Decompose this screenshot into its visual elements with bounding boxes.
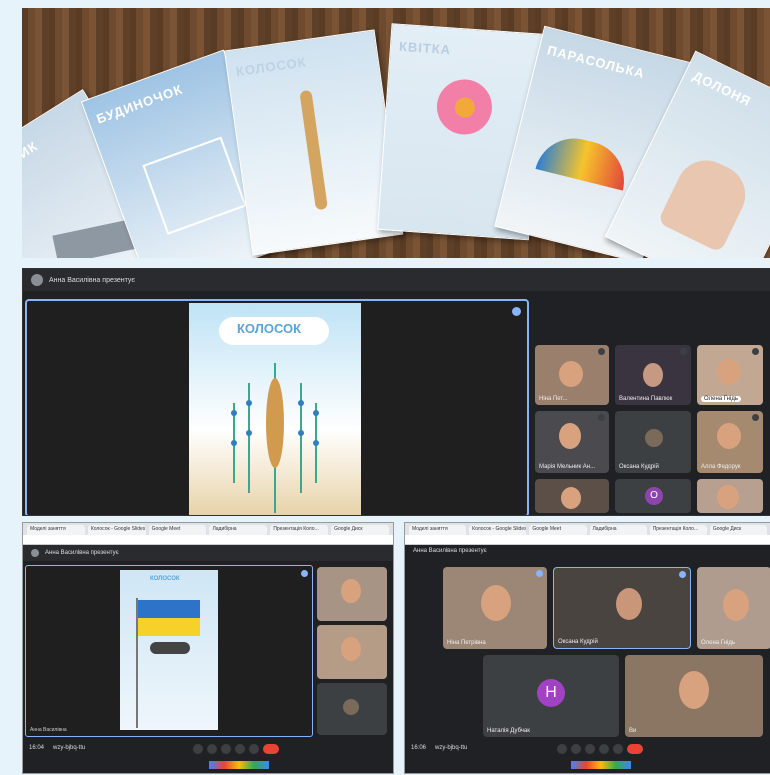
meeting-code: wzy-bjbq-ttu [53,745,86,751]
bottom-right-window: Моделі заняття Колосок - Google Slides G… [404,522,770,774]
participant-tile[interactable]: Олена Гнідь [697,567,770,649]
meeting-controls: 16:06 wzy-bjbq-ttu [405,737,770,773]
card-3: КОЛОСОК [223,29,404,256]
flag-blue [138,600,200,618]
participant-name: Оксана Кудрій [558,639,598,645]
address-bar[interactable] [405,535,770,545]
more-button[interactable] [249,744,259,754]
browser-tab-strip: Моделі заняття Колосок - Google Slides G… [405,523,770,535]
participant-name: Ніна Пет... [539,396,568,402]
slide: КОЛОСОК [189,303,361,515]
taskbar-icons [209,761,269,769]
card-title: КВІТКА [398,38,452,58]
presentation-stage[interactable]: КОЛОСОК [25,299,529,515]
browser-tab[interactable]: Презентація Коло... [270,525,329,535]
browser-tab-strip: Моделі заняття Колосок - Google Slides G… [23,523,393,535]
participant-tile[interactable]: О [615,479,691,513]
participant-avatar-letter: О [645,487,663,505]
presentation-stage[interactable]: КОЛОСОК Анна Василівна [25,565,313,737]
participant-tile[interactable]: Марія Мельник Ан... [535,411,609,473]
browser-tab[interactable]: Моделі заняття [27,525,85,535]
meeting-topbar: Анна Василівна презентує [405,545,770,557]
slide: КОЛОСОК [120,570,218,730]
participant-tile[interactable]: Оксана Кудрій [615,411,691,473]
participant-tile[interactable]: Валентина Павлюк [615,345,691,405]
card-title: СОЮЗНИК [22,138,41,191]
pin-icon[interactable] [301,570,308,577]
meeting-topbar: Анна Василівна презентує [23,269,770,291]
participant-tile[interactable]: Алла Федорук [697,411,763,473]
bottom-left-window: Моделі заняття Колосок - Google Slides G… [22,522,394,774]
end-call-button[interactable] [627,744,643,754]
taskbar-icons [571,761,631,769]
participant-tile[interactable]: H Наталія Дубчак [483,655,619,737]
card-title: КОЛОСОК [234,54,308,80]
participant-tile[interactable]: Олена Гнідь [697,345,763,405]
card-title: ПАРАСОЛЬКА [545,42,647,82]
participant-tile[interactable] [317,683,387,735]
participant-name: Ніна Петрівна [447,640,486,646]
slide-title: КОЛОСОК [150,576,180,582]
browser-tab[interactable]: Google Диск [331,525,389,535]
participant-name: Оксана Кудрій [619,464,659,470]
cards-photo: СОЮЗНИК БУДИНОЧОК КОЛОСОК КВІТКА ПАРАСОЛ… [22,8,770,258]
participant-name: Валентина Павлюк [619,396,673,402]
flag-yellow [138,618,200,636]
participant-tile[interactable] [697,479,763,513]
main-meeting-window: Анна Василівна презентує КОЛОСОК Ніна Пе… [22,268,770,516]
presenter-label: Анна Василівна презентує [45,550,119,556]
browser-tab[interactable]: Колосок - Google Slides [87,525,146,535]
slide-title: КОЛОСОК [237,321,302,336]
meeting-code: wzy-bjbq-ttu [435,745,468,751]
mic-button[interactable] [193,744,203,754]
wheat-illustration [231,363,319,513]
meeting-topbar: Анна Василівна презентує [23,545,393,561]
participant-tile[interactable] [535,479,609,513]
participant-name: Олена Гнідь [701,640,735,646]
present-button[interactable] [235,744,245,754]
browser-tab[interactable]: Ладибірна [589,525,647,535]
participant-tile[interactable]: Ніна Петрівна [443,567,547,649]
participant-name: Олена Гнідь [701,396,741,402]
captions-button[interactable] [585,744,595,754]
end-call-button[interactable] [263,744,279,754]
browser-tab[interactable]: Google Meet [529,525,587,535]
participant-tile[interactable]: Ви [625,655,763,737]
more-button[interactable] [613,744,623,754]
participant-name: Алла Федорук [701,464,741,470]
card-title: ДОЛОНЯ [690,68,754,110]
participant-name: Ви [629,728,637,734]
mic-button[interactable] [557,744,567,754]
participant-tile[interactable]: Оксана Кудрій [553,567,691,649]
camera-button[interactable] [207,744,217,754]
address-bar[interactable] [23,535,393,545]
card-title: БУДИНОЧОК [94,81,185,127]
browser-tab[interactable]: Ладибірна [209,525,268,535]
participant-tile[interactable] [317,625,387,679]
presenter-label: Анна Василівна презентує [413,548,487,554]
participant-name: Марія Мельник Ан... [539,464,596,470]
presenter-avatar [31,549,39,557]
meeting-controls: 16:04 wzy-bjbq-ttu [23,737,393,773]
browser-tab[interactable]: Презентація Коло... [649,525,707,535]
browser-tab[interactable]: Колосок - Google Slides [469,525,527,535]
browser-tab[interactable]: Моделі заняття [409,525,467,535]
presenter-label: Анна Василівна презентує [49,276,135,284]
captions-button[interactable] [221,744,231,754]
browser-tab[interactable]: Google Meet [148,525,207,535]
browser-tab[interactable]: Google Диск [709,525,768,535]
participant-tile[interactable]: Ніна Пет... [535,345,609,405]
presenter-avatar [31,274,43,286]
self-name: Анна Василівна [30,727,67,733]
present-button[interactable] [599,744,609,754]
camera-button[interactable] [571,744,581,754]
meeting-time: 16:04 [29,745,45,751]
pin-icon[interactable] [512,307,521,316]
participant-tile[interactable] [317,567,387,621]
participant-name: Наталія Дубчак [487,728,530,734]
meeting-time: 16:06 [411,745,427,751]
participant-avatar-letter: H [537,679,565,707]
